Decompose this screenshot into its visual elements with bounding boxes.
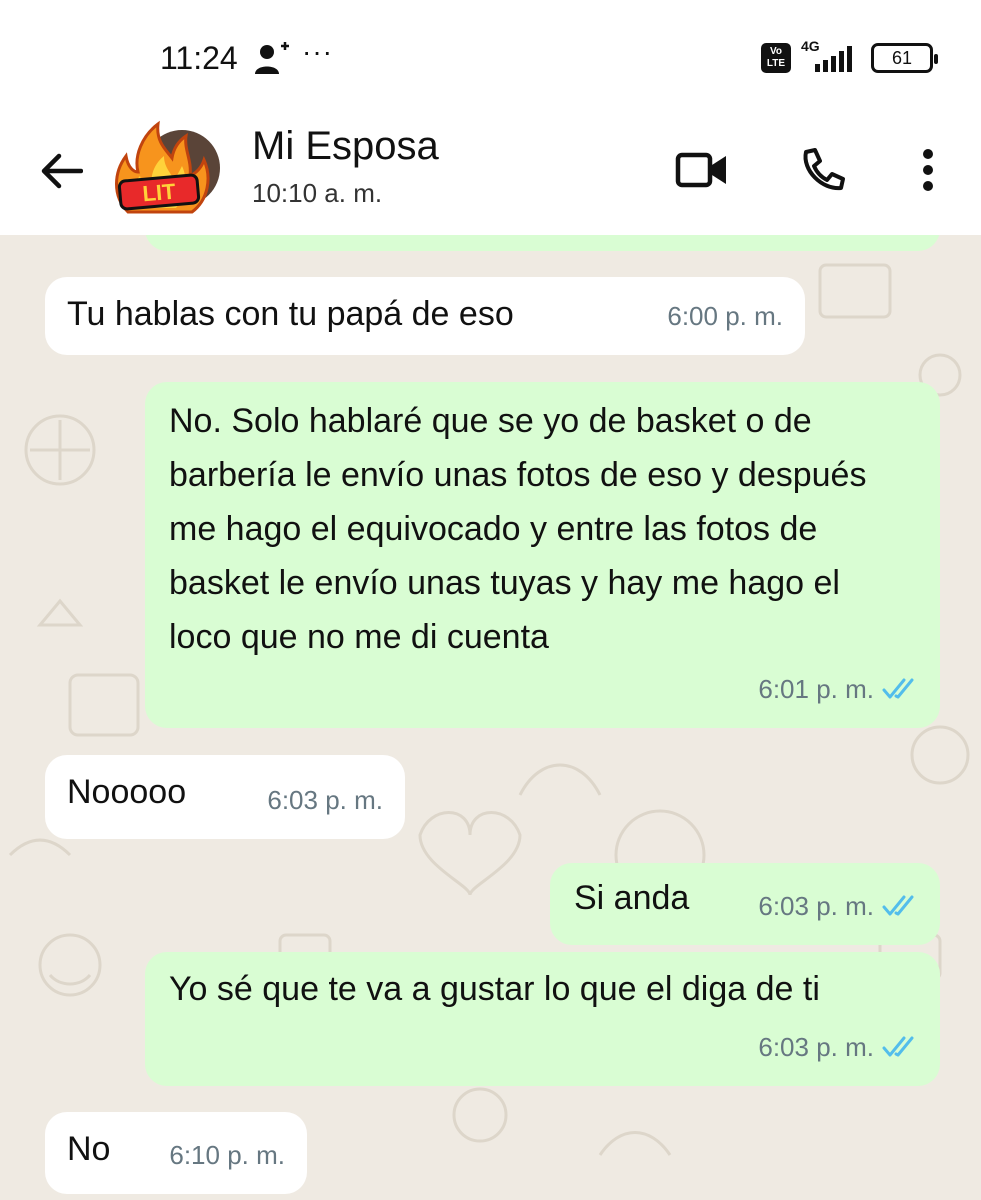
message-text: No — [67, 1130, 111, 1168]
message-time: 6:03 p. m. — [758, 891, 874, 921]
overflow-menu-icon[interactable] — [900, 142, 956, 198]
back-arrow-icon[interactable] — [36, 146, 86, 196]
sticker-text: LIT — [142, 179, 178, 207]
message-bubble-incoming[interactable]: Tu hablas con tu papá de eso 6:00 p. m. — [45, 277, 805, 355]
contact-name[interactable]: Mi Esposa — [252, 124, 439, 169]
phone-call-icon[interactable] — [794, 142, 850, 198]
message-text: Tu hablas con tu papá de eso — [67, 295, 514, 333]
message-time: 6:10 p. m. — [169, 1140, 285, 1170]
message-text: Nooooo — [67, 773, 187, 811]
battery-icon: 61 — [871, 43, 938, 73]
status-bar: 11:24 ··· Vo LTE 4G 61 — [0, 0, 981, 110]
message-bubble-incoming[interactable]: No 6:10 p. m. — [45, 1112, 307, 1194]
message-meta: 6:03 p. m. — [758, 1020, 918, 1074]
message-bubble-outgoing[interactable]: Yo sé que te va a gustar lo que el diga … — [145, 952, 940, 1086]
message-time: 6:01 p. m. — [758, 674, 874, 704]
signal-icon: 4G — [801, 38, 861, 74]
chat-header: LIT Mi Esposa 10:10 a. m. — [0, 110, 981, 235]
chat-area[interactable]: Tu hablas con tu papá de eso 6:00 p. m. … — [0, 235, 981, 1200]
message-bubble-partial — [145, 235, 940, 251]
more-notifications-icon: ··· — [302, 36, 333, 67]
double-check-read-icon — [882, 1036, 914, 1057]
message-meta: 6:03 p. m. — [758, 879, 918, 933]
message-meta: 6:01 p. m. — [758, 662, 918, 716]
message-text: No. Solo hablaré que se yo de basket o d… — [169, 402, 867, 656]
message-bubble-outgoing[interactable]: Si anda 6:03 p. m. — [550, 863, 940, 945]
status-time: 11:24 — [160, 40, 238, 76]
double-check-read-icon — [882, 895, 914, 916]
message-time: 6:03 p. m. — [267, 785, 383, 815]
video-call-icon[interactable] — [674, 142, 730, 198]
message-time: 6:00 p. m. — [667, 301, 783, 331]
double-check-read-icon — [882, 678, 914, 699]
volte-icon: Vo LTE — [761, 43, 791, 73]
status-indicators: Vo LTE 4G 61 — [761, 38, 938, 74]
person-add-icon — [254, 42, 290, 81]
message-time: 6:03 p. m. — [758, 1032, 874, 1062]
last-seen: 10:10 a. m. — [252, 178, 383, 208]
message-text: Yo sé que te va a gustar lo que el diga … — [169, 970, 820, 1008]
lit-fire-sticker: LIT — [115, 120, 210, 214]
battery-level: 61 — [891, 47, 913, 68]
message-text: Si anda — [574, 879, 690, 917]
avatar[interactable]: LIT — [108, 116, 226, 224]
message-bubble-outgoing[interactable]: No. Solo hablaré que se yo de basket o d… — [145, 382, 940, 728]
message-bubble-incoming[interactable]: Nooooo 6:03 p. m. — [45, 755, 405, 839]
